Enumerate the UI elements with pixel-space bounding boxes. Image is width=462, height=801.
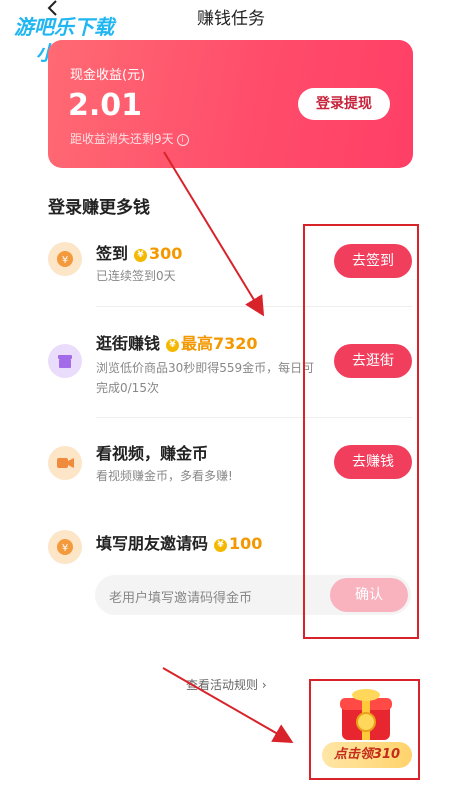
arrow-to-buttons (163, 151, 265, 317)
arrow-to-gift (162, 667, 294, 743)
annotation-arrows (162, 151, 294, 743)
